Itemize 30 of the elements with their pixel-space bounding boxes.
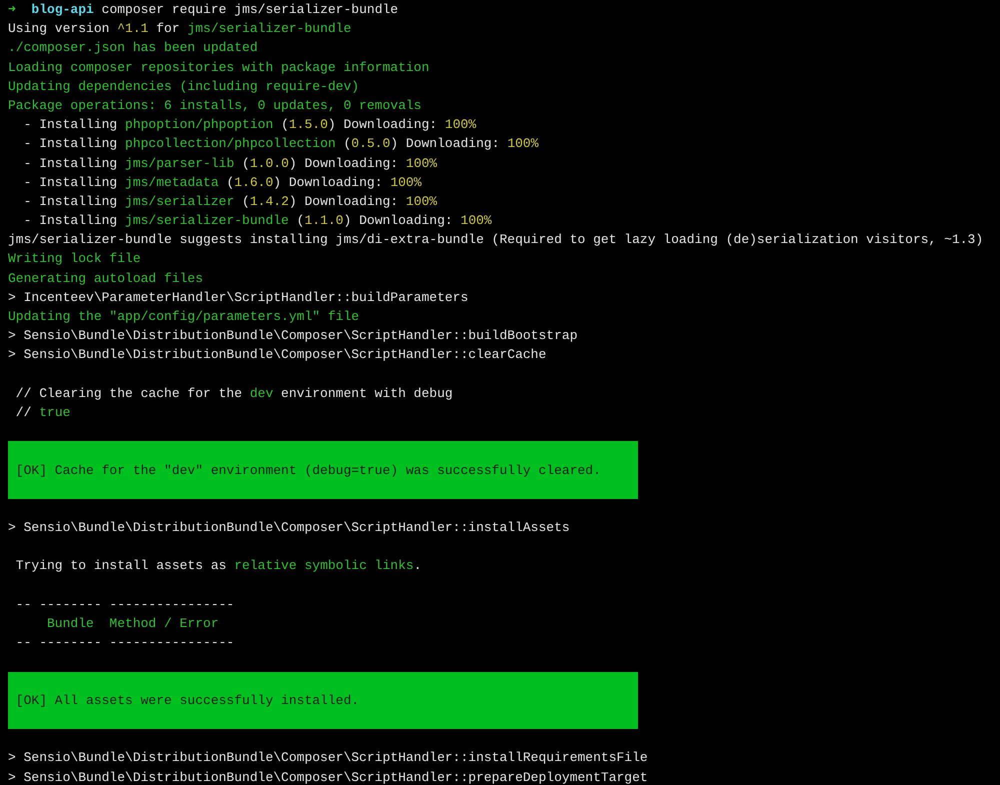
terminal-line: > Sensio\Bundle\DistributionBundle\Composer\ScriptHandler::installRequirementsFile — [8, 749, 648, 768]
terminal-line: > Incenteev\ParameterHandler\ScriptHandler::buildParameters — [8, 288, 468, 307]
terminal-line: Bundle Method / Error — [46, 615, 219, 634]
terminal-line: Generating autoload files — [8, 270, 204, 288]
terminal-line: - Installing phpoption/phpoption (1.5.0) Downloading: 100% — [22, 116, 476, 134]
terminal-line: jms/serializer-bundle suggests installing jms/di-extra-bundle (Required to get lazy loading (de)serialization visitors, ~1.3) — [8, 231, 984, 250]
terminal-line: > Sensio\Bundle\DistributionBundle\Composer\ScriptHandler::clearCache — [8, 346, 546, 364]
terminal-line: - Installing jms/parser-lib (1.0.0) Downloading: 100% — [22, 154, 438, 172]
terminal-line: Updating dependencies (including require-dev) — [8, 78, 360, 96]
banner-message: [OK] Cache for the "dev" environment (debug=true) was successfully cleared. — [14, 462, 601, 480]
terminal-line: -- -------- ---------------- — [14, 596, 234, 614]
terminal-line: Using version ^1.1 for jms/serializer-bundle — [8, 20, 352, 38]
terminal-line: > Sensio\Bundle\DistributionBundle\Composer\ScriptHandler::prepareDeploymentTarget — [8, 768, 648, 785]
terminal-line: Loading composer repositories with package information — [8, 58, 430, 77]
terminal-line: > Sensio\Bundle\DistributionBundle\Composer\ScriptHandler::installAssets — [8, 519, 570, 538]
terminal-line: // true — [14, 404, 70, 422]
terminal-line: Package operations: 6 installs, 0 updates, 0 removals — [8, 96, 422, 115]
terminal-line: > Sensio\Bundle\DistributionBundle\Composer\ScriptHandler::buildBootstrap — [8, 327, 578, 346]
terminal-line: - Installing phpcollection/phpcollection (0.5.0) Downloading: 100% — [22, 135, 539, 154]
terminal-line: Updating the "app/config/parameters.yml" file — [8, 308, 360, 326]
terminal-line: ./composer.json has been updated — [8, 39, 258, 58]
terminal-line: ➜ blog-api composer require jms/serializer-bundle — [8, 1, 398, 19]
terminal-line: - Installing jms/metadata (1.6.0) Downloading: 100% — [22, 174, 422, 192]
terminal-line: // Clearing the cache for the dev environment with debug — [14, 384, 453, 403]
banner-message: [OK] All assets were successfully installed. — [14, 692, 360, 710]
terminal-line: - Installing jms/serializer-bundle (1.1.0) Downloading: 100% — [22, 212, 492, 230]
terminal-line: - Installing jms/serializer (1.4.2) Downloading: 100% — [22, 192, 438, 211]
terminal-line: Writing lock file — [8, 250, 141, 268]
terminal-line: Trying to install assets as relative symbolic links. — [14, 557, 422, 576]
terminal-line: -- -------- ---------------- — [14, 634, 234, 652]
